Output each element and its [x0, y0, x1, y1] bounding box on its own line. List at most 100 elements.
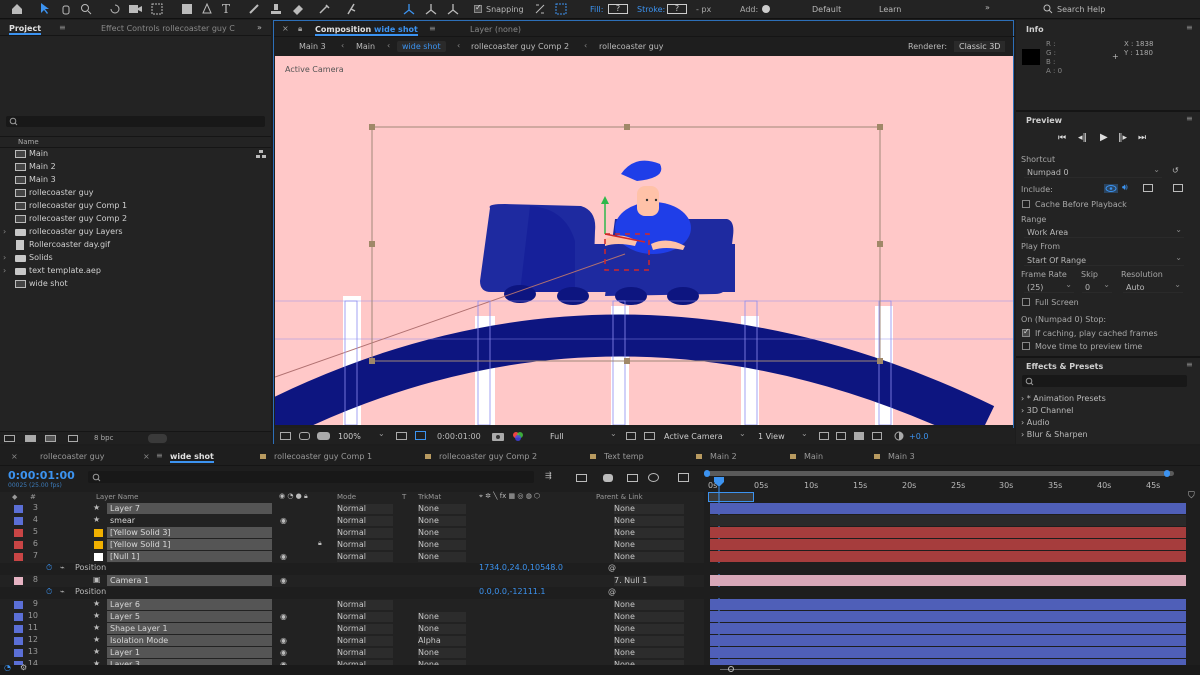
preview-title[interactable]: Preview — [1026, 116, 1062, 125]
parent-select[interactable]: None — [614, 504, 684, 514]
blend-mode-select[interactable]: Normal — [337, 648, 393, 658]
tab-overflow-icon[interactable]: » — [257, 23, 262, 32]
work-area-start-handle[interactable] — [704, 470, 710, 477]
comp-marker-icon[interactable]: ⛉ — [1188, 491, 1195, 501]
blend-mode-select[interactable]: Normal — [337, 636, 393, 646]
layer-name[interactable]: Layer 5 — [107, 611, 272, 622]
tab-layer[interactable]: Layer (none) — [470, 25, 521, 34]
track-matte-select[interactable]: None — [418, 552, 466, 562]
effects-item-blur-sharpen[interactable]: › Blur & Sharpen — [1021, 430, 1088, 439]
rectangle-tool-icon[interactable] — [181, 3, 193, 15]
table-row[interactable]: 8 ▣ Camera 1 ◉ 7. Null 1 — [0, 575, 1186, 587]
eye-icon[interactable] — [1104, 184, 1118, 193]
effects-title[interactable]: Effects & Presets — [1026, 362, 1103, 371]
layer-name[interactable]: Camera 1 — [107, 575, 272, 586]
layer-duration-bar[interactable] — [710, 551, 1186, 562]
tab-main-2[interactable]: Main 2 — [710, 452, 737, 461]
layer-name[interactable]: smear — [107, 515, 272, 526]
layer-duration-bar[interactable] — [710, 563, 1186, 574]
views-select[interactable]: 1 View — [758, 432, 785, 441]
play-from-select[interactable]: Start Of Range — [1024, 253, 1184, 266]
eye-icon[interactable]: ◉ — [280, 552, 287, 561]
breadcrumb-main[interactable]: Main — [356, 42, 375, 51]
breadcrumb-rollecoaster-guy[interactable]: rollecoaster guy — [599, 42, 664, 51]
resolution-select[interactable]: Full — [550, 432, 564, 441]
label-color-swatch[interactable] — [14, 529, 23, 537]
play-icon[interactable]: ▶ — [1100, 132, 1108, 143]
stroke-swatch[interactable]: ? — [667, 4, 687, 14]
roto-brush-tool-icon[interactable] — [318, 3, 330, 15]
cache-checkbox[interactable] — [1022, 200, 1030, 208]
workspace-learn[interactable]: Learn — [879, 5, 901, 14]
render-time-icon[interactable]: ◔ — [4, 663, 11, 672]
graph-icon[interactable]: ⌁ — [60, 587, 65, 596]
views-chevron-down-icon[interactable]: ⌄ — [801, 429, 808, 438]
stroke-width[interactable]: - px — [696, 5, 711, 14]
range-select[interactable]: Work Area — [1024, 225, 1184, 238]
blend-mode-select[interactable]: Normal — [337, 600, 393, 610]
fast-previews-icon[interactable] — [836, 432, 846, 440]
type-tool-icon[interactable]: T — [222, 2, 230, 16]
current-time[interactable]: 0:00:01:00 — [8, 469, 75, 482]
expand-arrow-icon[interactable]: › — [3, 252, 6, 264]
rotate-tool-icon[interactable] — [109, 3, 121, 15]
mode-column[interactable]: Mode — [337, 493, 356, 501]
tab-effect-controls[interactable]: Effect Controls rollecoaster guy C — [101, 24, 239, 33]
close-icon[interactable]: × — [282, 24, 289, 33]
toggle-pixel-aspect-icon[interactable] — [819, 432, 829, 440]
world-axis-icon[interactable] — [425, 3, 437, 15]
zoom-tool-icon[interactable] — [80, 3, 92, 15]
breadcrumb-wide-shot[interactable]: wide shot — [397, 41, 446, 52]
label-color-swatch[interactable] — [14, 541, 23, 549]
parent-select[interactable]: 7. Null 1 — [614, 576, 684, 586]
layer-name[interactable]: Layer 1 — [107, 647, 272, 658]
stopwatch-icon[interactable]: ⏱ — [46, 587, 52, 597]
puppet-tool-icon[interactable] — [345, 3, 357, 15]
breadcrumb-comp-2[interactable]: rollecoaster guy Comp 2 — [471, 42, 569, 51]
property-row[interactable]: ⏱ ⌁ Position 1734.0,24.0,10548.0 @ — [0, 563, 1186, 575]
table-row[interactable]: 12 ★ Isolation Mode ◉ Normal Alpha None — [0, 635, 1186, 647]
viewer-canvas[interactable]: Active Camera — [275, 56, 1013, 425]
home-icon[interactable] — [11, 3, 23, 15]
effects-search[interactable] — [1022, 375, 1187, 387]
work-area-end-handle[interactable] — [1164, 470, 1170, 477]
camera-select[interactable]: Active Camera — [664, 432, 723, 441]
selection-tool-icon[interactable] — [40, 3, 50, 15]
track-matte-select[interactable]: None — [418, 612, 466, 622]
parent-select[interactable]: None — [614, 648, 684, 658]
parent-select[interactable]: None — [614, 636, 684, 646]
bpc-label[interactable]: 8 bpc — [94, 434, 113, 442]
exposure-value[interactable]: +0.0 — [909, 432, 928, 441]
blend-mode-select[interactable]: Normal — [337, 504, 393, 514]
table-row[interactable]: 5 [Yellow Solid 3] Normal None None — [0, 527, 1186, 539]
pickwhip-icon[interactable]: @ — [608, 563, 616, 572]
list-item[interactable]: Main — [0, 148, 271, 160]
hand-tool-icon[interactable] — [60, 3, 72, 15]
stopwatch-icon[interactable]: ⏱ — [46, 563, 52, 573]
info-title[interactable]: Info — [1026, 25, 1044, 34]
work-area-bar[interactable] — [704, 471, 1174, 476]
search-help[interactable]: Search Help — [1057, 5, 1105, 14]
trash-icon[interactable] — [148, 434, 167, 443]
table-row[interactable]: 10 ★ Layer 5 ◉ Normal None None — [0, 611, 1186, 623]
tab-rollecoaster-guy[interactable]: rollecoaster guy — [40, 452, 105, 461]
frame-rate-select[interactable]: (25) — [1024, 280, 1074, 293]
tab-project[interactable]: Project — [9, 24, 42, 35]
effects-item-audio[interactable]: › Audio — [1021, 418, 1050, 427]
trkmat-column[interactable]: TrkMat — [418, 493, 441, 501]
snap-options-icon[interactable] — [534, 3, 546, 15]
eye-icon[interactable]: ◉ — [280, 648, 287, 657]
list-item[interactable]: › rollecoaster guy Layers — [0, 226, 271, 238]
layer-duration-bar[interactable] — [710, 635, 1186, 646]
expand-arrow-icon[interactable]: › — [3, 226, 6, 238]
tab-wide-shot[interactable]: wide shot — [170, 452, 214, 463]
motion-blur-icon[interactable] — [648, 473, 659, 482]
first-frame-icon[interactable]: ⏮ — [1058, 133, 1066, 143]
lock-icon[interactable]: 🔒︎ — [298, 24, 302, 34]
always-preview-icon[interactable] — [280, 432, 291, 440]
zoom-select[interactable]: 100% — [338, 432, 361, 441]
workspace-default[interactable]: Default — [812, 5, 841, 14]
parent-select[interactable]: None — [614, 624, 684, 634]
mask-visibility-icon[interactable] — [299, 432, 310, 440]
next-frame-icon[interactable]: ‖▸ — [1118, 133, 1127, 143]
